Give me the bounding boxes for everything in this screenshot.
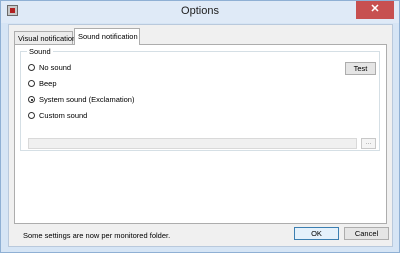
footer-note: Some settings are now per monitored fold… [23, 231, 171, 240]
radio-indicator[interactable] [28, 80, 35, 87]
sound-notification-panel: Sound No sound Beep System sound (Exclam… [14, 44, 387, 224]
radio-label: Beep [39, 79, 57, 88]
radio-system-sound[interactable]: System sound (Exclamation) [28, 95, 134, 105]
radio-beep[interactable]: Beep [28, 79, 57, 89]
ok-button[interactable]: OK [294, 227, 339, 240]
radio-label: No sound [39, 63, 72, 72]
cancel-button[interactable]: Cancel [344, 227, 389, 240]
tab-visual-notification[interactable]: Visual notification [14, 31, 76, 44]
window-title: Options [181, 5, 219, 17]
sound-group-label: Sound [27, 47, 53, 56]
radio-label: Custom sound [39, 111, 88, 120]
test-button[interactable]: Test [345, 62, 376, 75]
options-dialog: Options ✕ Visual notification Sound noti… [0, 0, 400, 253]
tab-sound-notification[interactable]: Sound notification [74, 28, 140, 45]
close-button[interactable]: ✕ [356, 1, 394, 19]
custom-sound-path-field[interactable] [28, 138, 357, 149]
title-bar[interactable]: Options ✕ [1, 1, 399, 23]
radio-indicator-selected[interactable] [28, 96, 35, 103]
browse-button[interactable]: ... [361, 138, 376, 149]
radio-indicator[interactable] [28, 64, 35, 71]
radio-label: System sound (Exclamation) [39, 95, 135, 104]
sound-groupbox: Sound No sound Beep System sound (Exclam… [20, 47, 380, 151]
radio-custom-sound[interactable]: Custom sound [28, 111, 87, 121]
radio-indicator[interactable] [28, 112, 35, 119]
radio-no-sound[interactable]: No sound [28, 63, 71, 73]
dialog-client-area: Visual notification Sound notification S… [8, 24, 393, 247]
